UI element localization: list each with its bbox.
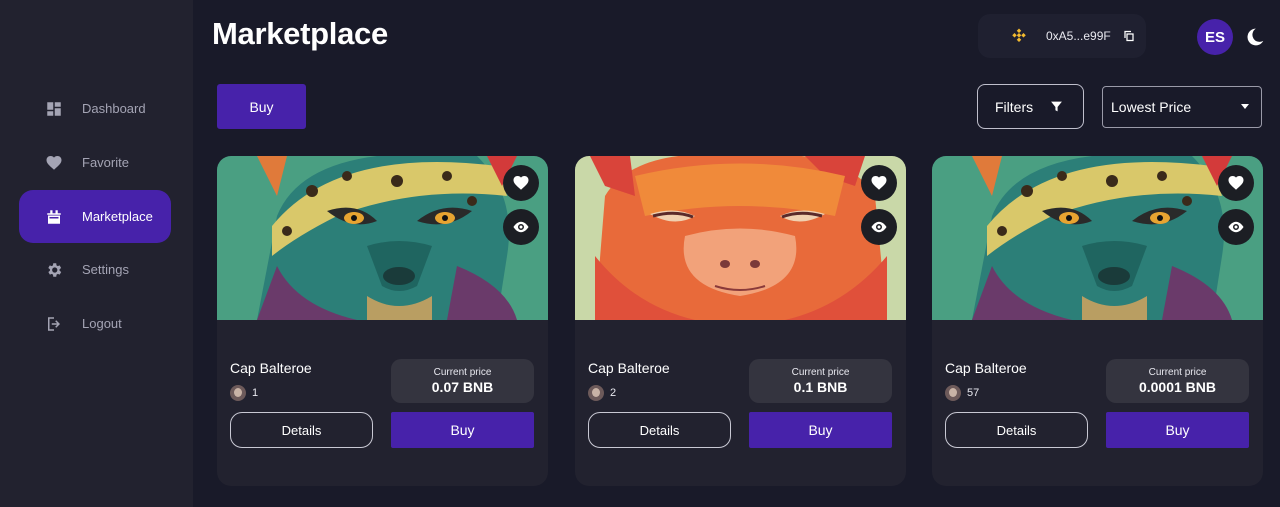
eye-icon xyxy=(1228,221,1244,233)
nft-card: Cap Balteroe 1 Current price 0.07 BNB De… xyxy=(217,156,548,486)
owner-count: 1 xyxy=(252,387,259,399)
sidebar-item-label: Logout xyxy=(82,316,122,331)
owner-count: 57 xyxy=(967,387,980,399)
moon-icon[interactable] xyxy=(1245,27,1265,47)
eye-icon xyxy=(513,221,529,233)
logout-icon xyxy=(44,314,64,334)
buy-button[interactable]: Buy xyxy=(749,412,892,448)
details-button[interactable]: Details xyxy=(588,412,731,448)
nft-image[interactable] xyxy=(217,156,548,320)
copy-icon[interactable] xyxy=(1123,30,1135,42)
nft-image[interactable] xyxy=(575,156,906,320)
sidebar: Dashboard Favorite Marketplace Settings … xyxy=(0,0,193,507)
eye-icon xyxy=(871,221,887,233)
nft-name: Cap Balteroe xyxy=(230,360,312,376)
favorite-button[interactable] xyxy=(861,165,897,201)
filters-label: Filters xyxy=(995,98,1034,115)
owner-count: 2 xyxy=(610,387,617,399)
heart-icon xyxy=(513,176,529,190)
sort-select[interactable]: Lowest Price xyxy=(1102,86,1262,128)
avatar xyxy=(588,385,604,401)
sidebar-item-dashboard[interactable]: Dashboard xyxy=(19,82,171,135)
user-avatar[interactable]: ES xyxy=(1197,19,1233,55)
details-button[interactable]: Details xyxy=(945,412,1088,448)
heart-icon xyxy=(1228,176,1244,190)
sidebar-item-logout[interactable]: Logout xyxy=(19,297,171,350)
sidebar-item-settings[interactable]: Settings xyxy=(19,243,171,296)
nft-image[interactable] xyxy=(932,156,1263,320)
filter-icon xyxy=(1051,101,1062,112)
price-box: Current price 0.07 BNB xyxy=(391,359,534,403)
owner-info: 2 xyxy=(588,385,616,401)
page-title: Marketplace xyxy=(212,16,388,51)
store-icon xyxy=(44,207,64,227)
price-value: 0.07 BNB xyxy=(431,379,494,395)
owner-info: 57 xyxy=(945,385,979,401)
wallet-address[interactable]: 0xA5...e99F xyxy=(978,14,1146,58)
view-button[interactable] xyxy=(861,209,897,245)
bnb-icon xyxy=(1012,28,1026,42)
buy-button[interactable]: Buy xyxy=(1106,412,1249,448)
price-label: Current price xyxy=(791,367,850,378)
sort-selected-value: Lowest Price xyxy=(1111,99,1192,115)
sidebar-item-favorite[interactable]: Favorite xyxy=(19,136,171,189)
chevron-down-icon xyxy=(1241,104,1249,109)
owner-info: 1 xyxy=(230,385,258,401)
price-value: 0.1 BNB xyxy=(793,379,848,395)
favorite-button[interactable] xyxy=(503,165,539,201)
buy-button[interactable]: Buy xyxy=(391,412,534,448)
details-button[interactable]: Details xyxy=(230,412,373,448)
filters-button[interactable]: Filters xyxy=(977,84,1084,129)
price-box: Current price 0.0001 BNB xyxy=(1106,359,1249,403)
heart-icon xyxy=(44,153,64,173)
price-label: Current price xyxy=(433,367,492,378)
sidebar-item-label: Marketplace xyxy=(82,209,153,224)
wallet-address-text: 0xA5...e99F xyxy=(1046,29,1111,43)
heart-icon xyxy=(871,176,887,190)
price-value: 0.0001 BNB xyxy=(1138,379,1217,395)
app: Dashboard Favorite Marketplace Settings … xyxy=(0,0,1280,507)
view-button[interactable] xyxy=(503,209,539,245)
sidebar-item-label: Settings xyxy=(82,262,129,277)
nft-card: Cap Balteroe 57 Current price 0.0001 BNB… xyxy=(932,156,1263,486)
gear-icon xyxy=(44,260,64,280)
sidebar-item-label: Dashboard xyxy=(82,101,146,116)
nft-name: Cap Balteroe xyxy=(588,360,670,376)
avatar xyxy=(945,385,961,401)
buy-button[interactable]: Buy xyxy=(217,84,306,129)
view-button[interactable] xyxy=(1218,209,1254,245)
nft-card: Cap Balteroe 2 Current price 0.1 BNB Det… xyxy=(575,156,906,486)
dashboard-icon xyxy=(44,99,64,119)
nft-name: Cap Balteroe xyxy=(945,360,1027,376)
sidebar-item-marketplace[interactable]: Marketplace xyxy=(19,190,171,243)
avatar xyxy=(230,385,246,401)
price-label: Current price xyxy=(1148,367,1207,378)
sidebar-item-label: Favorite xyxy=(82,155,129,170)
favorite-button[interactable] xyxy=(1218,165,1254,201)
price-box: Current price 0.1 BNB xyxy=(749,359,892,403)
